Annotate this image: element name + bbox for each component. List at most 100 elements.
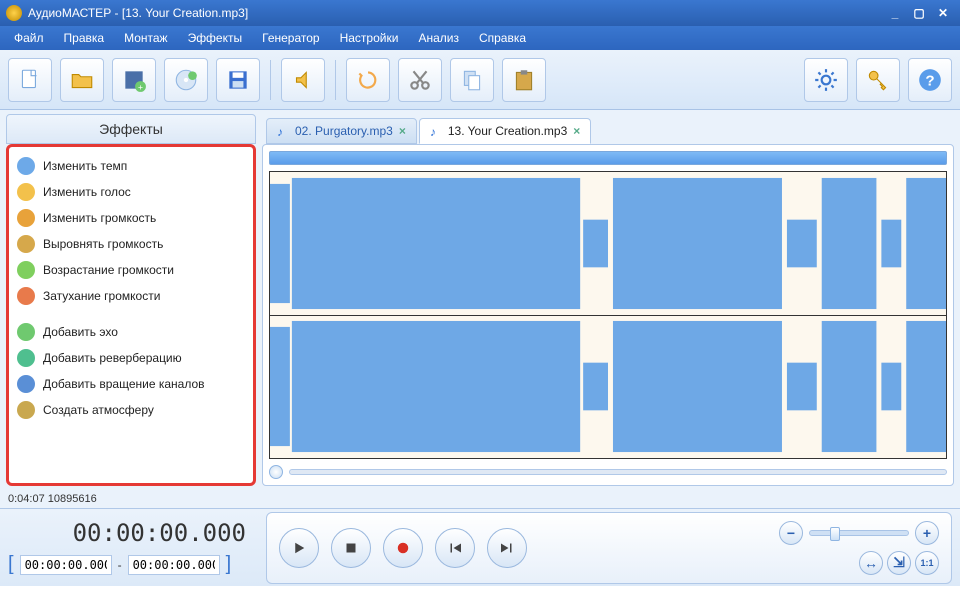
prev-button[interactable]	[435, 528, 475, 568]
time-sep: -	[118, 558, 122, 572]
fade-in-icon	[17, 261, 35, 279]
overview-bar[interactable]	[269, 151, 947, 165]
maximize-button[interactable]: ▢	[908, 5, 930, 21]
effect-label: Выровнять громкость	[43, 237, 163, 251]
effects-list: Изменить темп Изменить голос Изменить гр…	[6, 144, 256, 486]
waveform-editor	[262, 144, 954, 486]
reverb-icon	[17, 349, 35, 367]
save-button[interactable]	[216, 58, 260, 102]
zoom-sel-button[interactable]: ⇲	[887, 551, 911, 575]
fade-out-icon	[17, 287, 35, 305]
footer: 00:00:00.000 [ - ] − + ↔ ⇲ 1:1	[0, 508, 960, 586]
effect-label: Затухание громкости	[43, 289, 160, 303]
zoom-1to1-button[interactable]: 1:1	[915, 551, 939, 575]
toolbar: + ?	[0, 50, 960, 110]
horizontal-scrollbar[interactable]	[269, 465, 947, 479]
open-file-button[interactable]	[60, 58, 104, 102]
minimize-button[interactable]: _	[884, 5, 906, 21]
effect-label: Изменить громкость	[43, 211, 156, 225]
atmosphere-icon	[17, 401, 35, 419]
time-range: [ - ]	[8, 553, 258, 576]
menu-settings[interactable]: Настройки	[332, 29, 407, 47]
help-button[interactable]: ?	[908, 58, 952, 102]
svg-text:?: ?	[925, 72, 934, 89]
cut-button[interactable]	[398, 58, 442, 102]
key-button[interactable]	[856, 58, 900, 102]
menu-effects[interactable]: Эффекты	[180, 29, 251, 47]
music-icon: ♪	[277, 125, 289, 137]
new-file-button[interactable]	[8, 58, 52, 102]
effect-pan-rotate[interactable]: Добавить вращение каналов	[13, 371, 249, 397]
gear-icon	[813, 67, 839, 93]
prev-icon	[446, 539, 464, 557]
status-text: 0:04:07 10895616	[8, 493, 97, 505]
tab-close-button[interactable]: ×	[573, 124, 580, 138]
status-bar: 0:04:07 10895616	[0, 490, 960, 508]
effect-voice[interactable]: Изменить голос	[13, 179, 249, 205]
effect-atmosphere[interactable]: Создать атмосферу	[13, 397, 249, 423]
time-panel: 00:00:00.000 [ - ]	[8, 519, 258, 576]
paste-button[interactable]	[502, 58, 546, 102]
main-area: ♪ 02. Purgatory.mp3 × ♪ 13. Your Creatio…	[262, 114, 954, 486]
undo-button[interactable]	[346, 58, 390, 102]
volume-icon	[17, 209, 35, 227]
scroll-track[interactable]	[289, 469, 947, 475]
zoom-out-button[interactable]: −	[779, 521, 803, 545]
effect-label: Изменить голос	[43, 185, 131, 199]
time-to-input[interactable]	[128, 555, 220, 575]
waveform-bottom	[270, 315, 946, 458]
bracket-open: [	[8, 553, 14, 576]
effect-volume[interactable]: Изменить громкость	[13, 205, 249, 231]
video-button[interactable]: +	[112, 58, 156, 102]
rotate-icon	[17, 375, 35, 393]
stop-icon	[342, 539, 360, 557]
svg-text:+: +	[138, 81, 143, 91]
effect-echo[interactable]: Добавить эхо	[13, 319, 249, 345]
menu-file[interactable]: Файл	[6, 29, 52, 47]
effect-label: Добавить вращение каналов	[43, 377, 205, 391]
effect-label: Возрастание громкости	[43, 263, 174, 277]
zoom-in-button[interactable]: +	[915, 521, 939, 545]
waveform-canvas[interactable]	[269, 171, 947, 459]
time-display: 00:00:00.000	[8, 519, 258, 547]
settings-button[interactable]	[804, 58, 848, 102]
play-button[interactable]	[279, 528, 319, 568]
scroll-thumb[interactable]	[269, 465, 283, 479]
record-button[interactable]	[383, 528, 423, 568]
menu-edit[interactable]: Правка	[56, 29, 113, 47]
effect-fade-out[interactable]: Затухание громкости	[13, 283, 249, 309]
tab-close-button[interactable]: ×	[399, 124, 406, 138]
music-icon: ♪	[430, 125, 442, 137]
tab-label: 13. Your Creation.mp3	[448, 124, 567, 138]
copy-button[interactable]	[450, 58, 494, 102]
zoom-fit-h-button[interactable]: ↔	[859, 551, 883, 575]
tab-your-creation[interactable]: ♪ 13. Your Creation.mp3 ×	[419, 118, 591, 144]
time-from-input[interactable]	[20, 555, 112, 575]
zoom-slider[interactable]	[809, 530, 909, 536]
close-button[interactable]: ✕	[932, 5, 954, 21]
voice-effect-button[interactable]	[281, 58, 325, 102]
echo-icon	[17, 323, 35, 341]
effect-reverb[interactable]: Добавить реверберацию	[13, 345, 249, 371]
transport-panel: − + ↔ ⇲ 1:1	[266, 512, 952, 584]
waveform-top	[270, 172, 946, 315]
menu-montage[interactable]: Монтаж	[116, 29, 176, 47]
menu-generator[interactable]: Генератор	[254, 29, 327, 47]
effect-normalize[interactable]: Выровнять громкость	[13, 231, 249, 257]
window-title: АудиоМАСТЕР - [13. Your Creation.mp3]	[28, 6, 248, 20]
tab-label: 02. Purgatory.mp3	[295, 124, 393, 138]
effect-label: Добавить эхо	[43, 325, 118, 339]
next-button[interactable]	[487, 528, 527, 568]
cd-button[interactable]	[164, 58, 208, 102]
zoom-controls: − +	[779, 521, 939, 545]
stop-button[interactable]	[331, 528, 371, 568]
tab-purgatory[interactable]: ♪ 02. Purgatory.mp3 ×	[266, 118, 417, 144]
effect-fade-in[interactable]: Возрастание громкости	[13, 257, 249, 283]
effect-tempo[interactable]: Изменить темп	[13, 153, 249, 179]
key-icon	[865, 67, 891, 93]
zoom-knob[interactable]	[830, 527, 840, 541]
normalize-icon	[17, 235, 35, 253]
titlebar: АудиоМАСТЕР - [13. Your Creation.mp3] _ …	[0, 0, 960, 26]
menu-help[interactable]: Справка	[471, 29, 534, 47]
menu-analysis[interactable]: Анализ	[410, 29, 467, 47]
